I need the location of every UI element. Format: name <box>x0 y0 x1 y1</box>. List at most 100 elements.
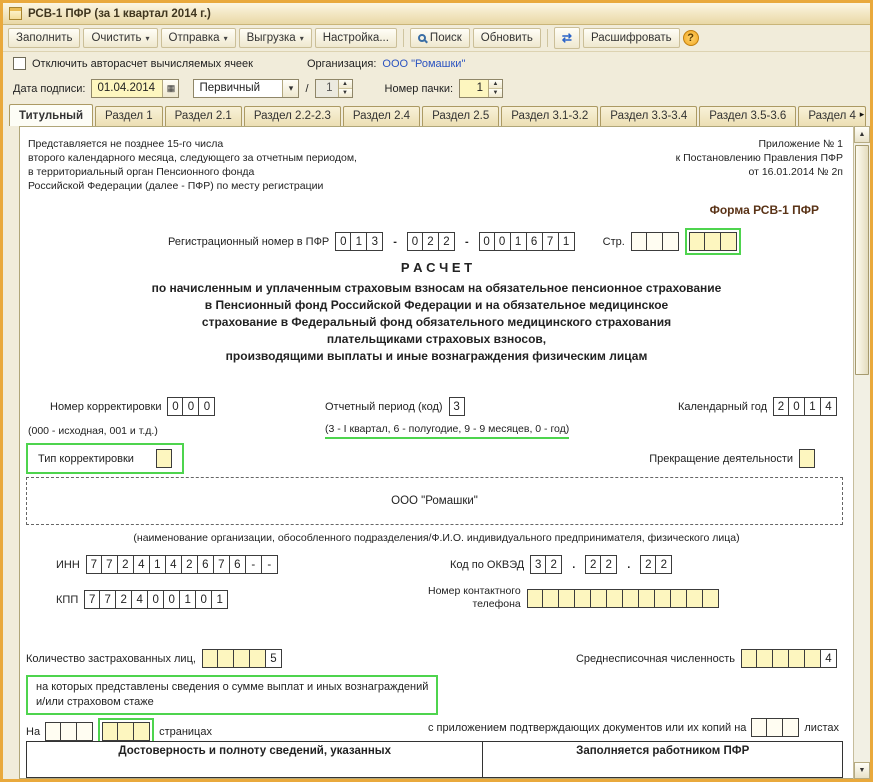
correction-type-cells[interactable] <box>155 449 172 468</box>
termination-cells[interactable] <box>799 449 815 468</box>
decrypt-button[interactable]: Расшифровать <box>582 28 680 48</box>
okved-cells-1[interactable]: 32 <box>530 555 563 574</box>
exchange-button[interactable]: ⇄ <box>553 27 580 49</box>
form-cell[interactable]: 4 <box>821 649 837 668</box>
tab-titulny[interactable]: Титульный <box>9 104 94 126</box>
clear-button[interactable]: Очистить ▾ <box>83 28 158 48</box>
form-cell[interactable] <box>789 649 805 668</box>
pack-spinner[interactable]: ▲ ▼ <box>488 80 503 97</box>
kpp-cells[interactable]: 772400101 <box>84 590 229 609</box>
fill-button[interactable]: Заполнить <box>8 28 81 48</box>
tab-razdel-1[interactable]: Раздел 1 <box>95 106 163 126</box>
form-cell[interactable] <box>630 232 647 251</box>
form-cell[interactable] <box>201 649 218 668</box>
form-cell[interactable]: 0 <box>164 590 181 609</box>
tab-razdel-2-2-2-3[interactable]: Раздел 2.2-2.3 <box>243 106 341 126</box>
form-cell[interactable]: 3 <box>367 232 384 251</box>
form-cell[interactable] <box>704 232 721 251</box>
form-cell[interactable]: 1 <box>805 397 821 416</box>
form-cell[interactable] <box>558 588 575 608</box>
report-type-select[interactable]: Первичный ▾ <box>193 79 300 98</box>
form-cell[interactable]: - <box>245 555 262 574</box>
form-cell[interactable] <box>686 588 703 608</box>
form-cell[interactable]: 2 <box>601 555 618 574</box>
form-cell[interactable]: 4 <box>132 590 149 609</box>
form-cell[interactable]: 3 <box>530 555 547 574</box>
form-cell[interactable] <box>217 649 234 668</box>
revision-spinner[interactable]: ▲ ▼ <box>337 80 352 97</box>
calendar-icon[interactable]: ▦ <box>162 80 179 97</box>
scroll-down-icon[interactable]: ▼ <box>854 762 870 779</box>
search-button[interactable]: Поиск <box>409 28 470 48</box>
form-cell[interactable]: 2 <box>640 555 657 574</box>
form-cell[interactable]: 2 <box>438 232 455 251</box>
form-cell[interactable] <box>688 232 705 251</box>
form-cell[interactable] <box>45 722 62 741</box>
form-cell[interactable] <box>720 232 737 251</box>
form-cell[interactable] <box>773 649 789 668</box>
form-cell[interactable] <box>670 588 687 608</box>
form-cell[interactable]: 0 <box>148 590 165 609</box>
tab-razdel-3-3-3-4[interactable]: Раздел 3.3-3.4 <box>600 106 698 126</box>
spin-up-icon[interactable]: ▲ <box>489 80 503 88</box>
pack-number-input[interactable]: 1 ▲ ▼ <box>459 79 504 98</box>
reg-number-cells-1[interactable]: 013 <box>335 232 384 251</box>
form-cell[interactable]: 0 <box>183 397 200 416</box>
okved-cells-3[interactable]: 22 <box>640 555 673 574</box>
form-cell[interactable] <box>134 722 151 741</box>
form-cell[interactable]: 2 <box>546 555 563 574</box>
form-cell[interactable]: 2 <box>117 555 134 574</box>
pages-cells-highlighted[interactable] <box>102 722 151 741</box>
form-cell[interactable] <box>799 449 815 468</box>
form-cell[interactable] <box>77 722 94 741</box>
form-cell[interactable] <box>606 588 623 608</box>
form-cell[interactable]: 0 <box>335 232 352 251</box>
form-cell[interactable] <box>542 588 559 608</box>
reg-number-cells-3[interactable]: 001671 <box>478 232 575 251</box>
form-cell[interactable] <box>702 588 719 608</box>
form-cell[interactable]: - <box>261 555 278 574</box>
attachments-cells[interactable] <box>751 718 800 737</box>
form-cell[interactable]: 7 <box>213 555 230 574</box>
form-cell[interactable]: 7 <box>542 232 559 251</box>
revision-input[interactable]: 1 ▲ ▼ <box>314 79 353 98</box>
calendar-year-cells[interactable]: 2014 <box>773 397 837 416</box>
form-cell[interactable] <box>155 449 172 468</box>
form-cell[interactable]: 2 <box>656 555 673 574</box>
form-cell[interactable]: 6 <box>197 555 214 574</box>
spin-up-icon[interactable]: ▲ <box>338 80 352 88</box>
form-cell[interactable]: 6 <box>229 555 246 574</box>
form-cell[interactable]: 1 <box>510 232 527 251</box>
form-cell[interactable]: 2 <box>773 397 789 416</box>
form-cell[interactable]: 4 <box>133 555 150 574</box>
page-cells[interactable] <box>630 232 679 251</box>
form-cell[interactable]: 1 <box>149 555 166 574</box>
form-cell[interactable]: 1 <box>180 590 197 609</box>
form-cell[interactable] <box>654 588 671 608</box>
form-cell[interactable]: 1 <box>212 590 229 609</box>
form-cell[interactable]: 7 <box>101 555 118 574</box>
form-cell[interactable] <box>249 649 266 668</box>
form-cell[interactable] <box>102 722 119 741</box>
form-cell[interactable]: 0 <box>494 232 511 251</box>
form-cell[interactable] <box>118 722 135 741</box>
form-cell[interactable] <box>662 232 679 251</box>
spin-down-icon[interactable]: ▼ <box>338 88 352 97</box>
spin-down-icon[interactable]: ▼ <box>489 88 503 97</box>
form-cell[interactable] <box>767 718 784 737</box>
form-cell[interactable]: 4 <box>821 397 837 416</box>
form-cell[interactable]: 3 <box>448 397 465 416</box>
form-cell[interactable]: 7 <box>100 590 117 609</box>
form-cell[interactable]: 0 <box>478 232 495 251</box>
organization-link[interactable]: ООО "Ромашки" <box>382 58 465 70</box>
form-cell[interactable]: 7 <box>84 590 101 609</box>
tab-razdel-3-1-3-2[interactable]: Раздел 3.1-3.2 <box>501 106 599 126</box>
tab-razdel-2-1[interactable]: Раздел 2.1 <box>164 106 242 126</box>
scrollbar-thumb[interactable] <box>855 145 869 375</box>
correction-number-cells[interactable]: 000 <box>167 397 216 416</box>
form-cell[interactable] <box>61 722 78 741</box>
form-cell[interactable] <box>526 588 543 608</box>
form-cell[interactable] <box>638 588 655 608</box>
form-cell[interactable]: 2 <box>116 590 133 609</box>
form-cell[interactable] <box>233 649 250 668</box>
